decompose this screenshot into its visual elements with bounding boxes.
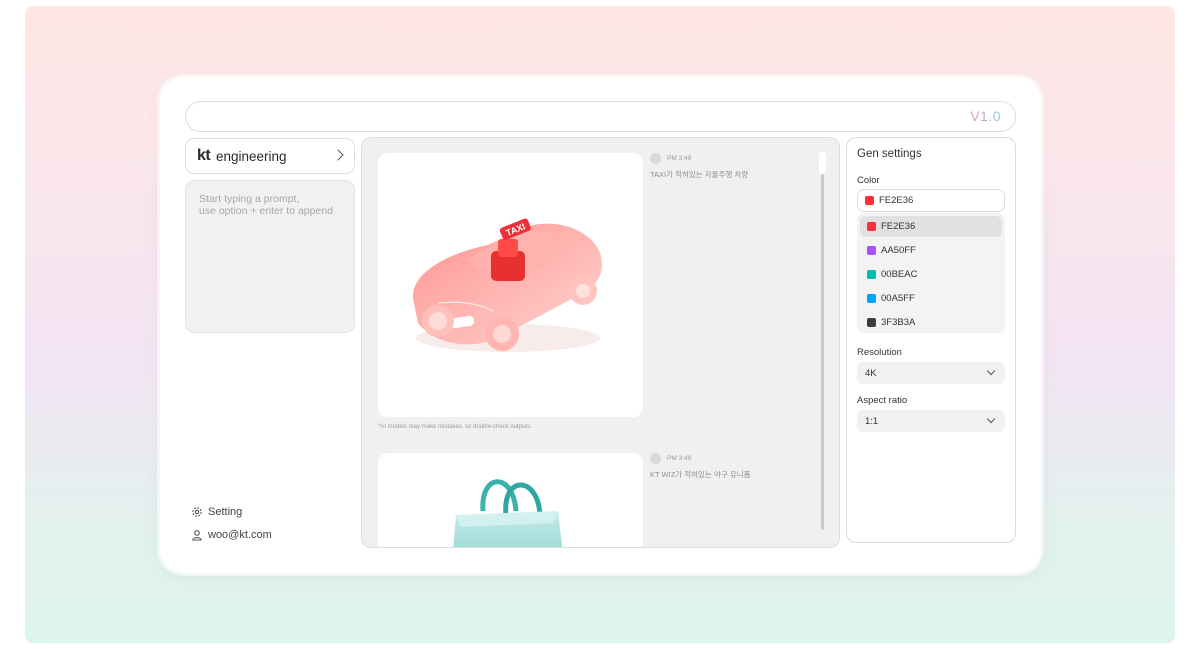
chevron-right-icon (332, 149, 344, 161)
taxi-image: TAXI (412, 218, 603, 352)
message-text: KT WIZ가 적혀있는 야구 유니폼 (650, 470, 751, 479)
color-swatch (867, 294, 876, 303)
shopping-bag-image (453, 479, 563, 547)
color-option-label: 3F3B3A (881, 317, 916, 328)
message-meta: PM 3:49 (650, 153, 691, 164)
color-select[interactable]: FE2E36 (857, 189, 1005, 212)
generated-image-card[interactable] (378, 453, 643, 547)
color-swatch (865, 196, 874, 205)
resolution-value: 4K (865, 367, 877, 379)
top-bar: V1.0 (185, 101, 1016, 132)
avatar (650, 453, 661, 464)
color-option-00a5ff[interactable]: 00A5FF (860, 288, 1002, 309)
panel-title: Gen settings (857, 148, 922, 160)
gen-settings-panel: Gen settings Color FE2E36 FE2E36 AA50FF … (846, 137, 1016, 543)
message-time: PM 3:49 (667, 155, 692, 162)
chevron-down-icon (986, 414, 996, 424)
kt-logo: kt (197, 147, 211, 164)
color-select-value: FE2E36 (879, 195, 914, 206)
chevron-down-icon (986, 366, 996, 376)
prompt-input[interactable]: Start typing a prompt, use option + ente… (185, 180, 355, 333)
message-text: TAXI가 적혀있는 자율주행 차량 (650, 170, 749, 179)
message-time: PM 3:49 (667, 455, 692, 462)
disclaimer-text: *AI models may make mistakes, so double-… (378, 424, 532, 430)
setting-link[interactable]: Setting (191, 504, 242, 520)
color-option-00beac[interactable]: 00BEAC (860, 264, 1002, 285)
avatar (650, 153, 661, 164)
account-email: woo@kt.com (208, 529, 272, 541)
color-option-label: 00BEAC (881, 269, 918, 280)
color-swatch (867, 318, 876, 327)
resolution-select[interactable]: 4K (857, 362, 1005, 384)
workspace-selector[interactable]: kt engineering (185, 138, 355, 174)
gear-icon (192, 507, 202, 517)
message-meta: PM 3:49 (650, 453, 691, 464)
version-label: V1.0 (970, 108, 1001, 124)
color-option-fe2e36[interactable]: FE2E36 (860, 216, 1002, 237)
account-link[interactable]: woo@kt.com (191, 527, 272, 543)
scrollbar-track[interactable] (821, 174, 824, 530)
user-icon (192, 530, 202, 541)
color-swatch (867, 270, 876, 279)
color-label: Color (857, 175, 880, 186)
aspect-ratio-label: Aspect ratio (857, 395, 908, 406)
color-options-list: FE2E36 AA50FF 00BEAC 00A5FF 3F3B3A (857, 213, 1005, 333)
color-option-label: FE2E36 (881, 221, 916, 232)
app-window: V1.0 kt engineering Start typing a promp… (160, 77, 1041, 573)
generated-image-card[interactable]: TAXI (378, 153, 643, 417)
workspace-name: engineering (216, 149, 287, 164)
resolution-label: Resolution (857, 347, 902, 358)
aspect-ratio-select[interactable]: 1:1 (857, 410, 1005, 432)
color-option-label: 00A5FF (881, 293, 915, 304)
color-swatch (867, 222, 876, 231)
color-swatch (867, 246, 876, 255)
color-option-label: AA50FF (881, 245, 916, 256)
scrollbar-thumb[interactable] (819, 152, 826, 174)
chat-feed: TAXI PM 3:49 TAXI가 적혀있는 자율주행 차량 *AI mode… (361, 137, 840, 548)
setting-label: Setting (208, 506, 243, 518)
prompt-placeholder: Start typing a prompt, use option + ente… (199, 193, 333, 217)
color-option-aa50ff[interactable]: AA50FF (860, 240, 1002, 261)
color-option-3f3b3a[interactable]: 3F3B3A (860, 312, 1002, 333)
aspect-ratio-value: 1:1 (865, 415, 879, 427)
